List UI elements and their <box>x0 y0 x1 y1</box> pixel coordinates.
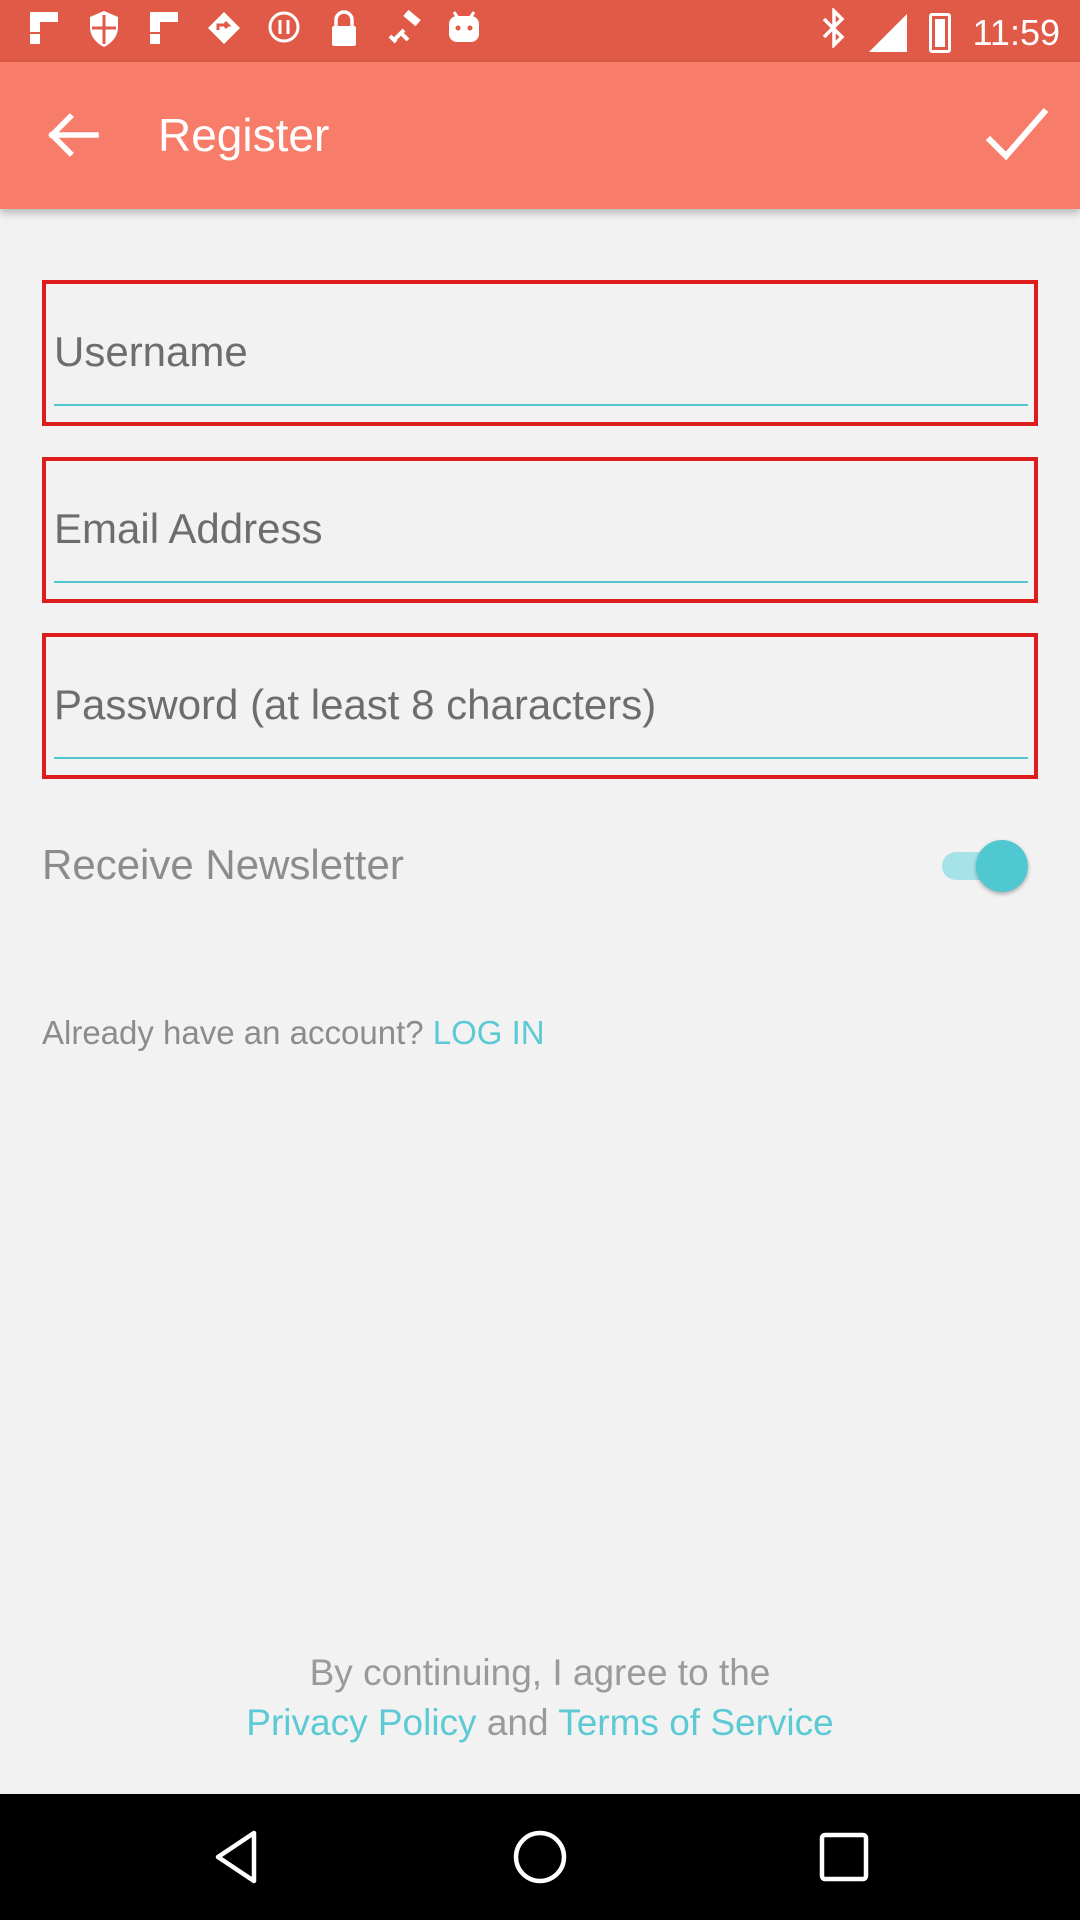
navigation-bar <box>0 1794 1080 1920</box>
login-prompt-text: Already have an account? <box>42 1014 424 1051</box>
input-underline <box>54 404 1028 406</box>
app-bar: Register <box>0 62 1080 209</box>
nav-back-button[interactable] <box>208 1827 268 1887</box>
status-time: 11:59 <box>972 11 1060 53</box>
terms-of-service-link[interactable]: Terms of Service <box>558 1702 834 1743</box>
email-input[interactable] <box>54 497 1028 561</box>
notification-icons <box>26 9 482 50</box>
check-icon <box>985 108 1049 161</box>
flipboard-icon <box>26 10 62 50</box>
input-underline <box>54 757 1028 759</box>
system-status: 11:59 <box>821 6 1060 57</box>
terms-links-line: Privacy Policy and Terms of Service <box>0 1698 1080 1748</box>
satellite-icon <box>386 9 422 50</box>
back-button[interactable] <box>40 102 106 168</box>
battery-icon <box>928 12 951 53</box>
username-field-container <box>42 280 1038 426</box>
terms-notice: By continuing, I agree to the Privacy Po… <box>0 1648 1080 1748</box>
toggle-thumb <box>976 840 1028 892</box>
password-field-container <box>42 633 1038 779</box>
bluetooth-icon <box>821 6 847 57</box>
username-input[interactable] <box>54 320 1028 384</box>
status-bar: 11:59 <box>0 0 1080 62</box>
input-underline <box>54 581 1028 583</box>
newsletter-toggle[interactable] <box>942 840 1028 892</box>
email-field-container <box>42 457 1038 603</box>
newsletter-label: Receive Newsletter <box>42 841 404 888</box>
square-recents-icon <box>819 1832 869 1882</box>
confirm-button[interactable] <box>976 96 1056 176</box>
privacy-policy-link[interactable]: Privacy Policy <box>246 1702 476 1743</box>
location-icon <box>206 10 242 50</box>
triangle-back-icon <box>215 1830 257 1884</box>
circle-home-icon <box>513 1830 567 1884</box>
lock-icon <box>326 10 362 50</box>
terms-line: By continuing, I agree to the <box>309 1652 771 1693</box>
nav-home-button[interactable] <box>510 1827 570 1887</box>
record-icon <box>266 10 302 50</box>
flipboard-icon <box>146 10 182 50</box>
terms-and: and <box>486 1702 549 1743</box>
login-link[interactable]: LOG IN <box>433 1014 545 1051</box>
signal-icon <box>868 13 907 52</box>
login-prompt: Already have an account? LOG IN <box>42 1012 545 1054</box>
shield-icon <box>86 10 122 50</box>
arrow-back-icon <box>48 113 99 157</box>
page-title: Register <box>158 109 330 161</box>
password-input[interactable] <box>54 673 1028 737</box>
nav-recents-button[interactable] <box>814 1827 874 1887</box>
android-icon <box>446 10 482 50</box>
